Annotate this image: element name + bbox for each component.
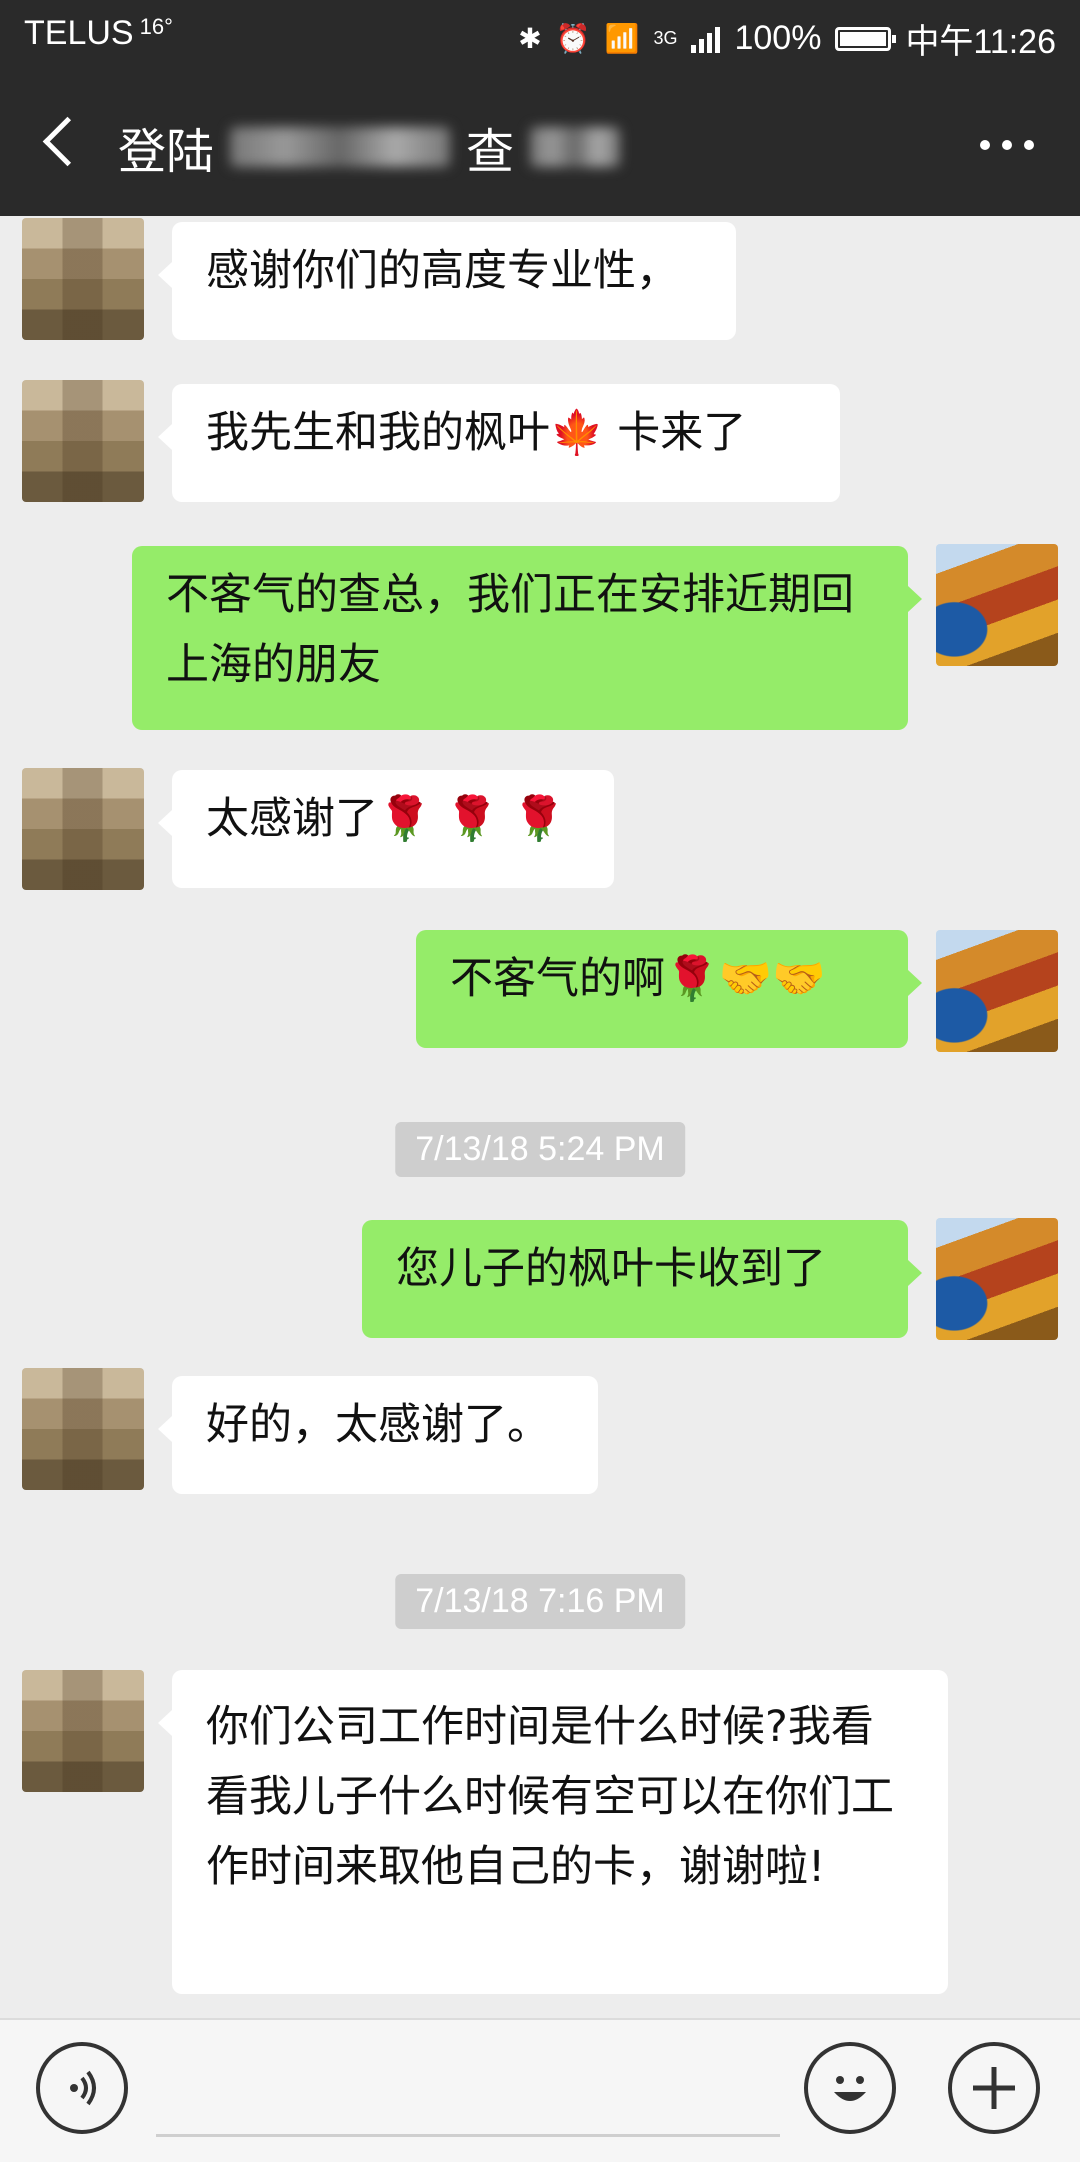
message-text: 感谢你们的高度专业性，	[206, 246, 679, 296]
my-avatar[interactable]	[936, 544, 1058, 666]
network-type-label: 3G	[653, 28, 678, 48]
status-bar: TELUS 16° ✱ ⏰ 📶 3G 100% 中午11:26	[0, 0, 1080, 74]
emoji-icon[interactable]	[804, 2042, 896, 2134]
message-text: 不客气的查总，我们正在安排近期回上海的朋友	[166, 570, 854, 690]
message-bubble-outgoing[interactable]: 您儿子的枫叶卡收到了	[362, 1220, 922, 1338]
chevron-left-icon[interactable]	[34, 112, 94, 172]
message-bubble-incoming[interactable]: 好的，太感谢了。	[158, 1376, 598, 1494]
contact-avatar[interactable]	[22, 1670, 144, 1792]
alarm-icon: ⏰	[555, 23, 591, 54]
battery-percent: 100%	[734, 19, 822, 57]
clock: 中午11:26	[905, 23, 1056, 61]
redacted-name	[530, 127, 621, 167]
contact-avatar[interactable]	[22, 1368, 144, 1490]
message-bubble-incoming[interactable]: 太感谢了🌹 🌹 🌹	[158, 770, 614, 888]
plus-icon[interactable]	[948, 2042, 1040, 2134]
message-text: 我先生和我的枫叶🍁 卡来了	[206, 408, 747, 458]
chat-header: 登陆 查	[0, 74, 1080, 216]
message-text: 你们公司工作时间是什么时候?我看看我儿子什么时候有空可以在你们工作时间来取他自己…	[206, 1702, 894, 1892]
message-text: 您儿子的枫叶卡收到了	[396, 1244, 826, 1294]
more-dots-icon[interactable]	[980, 140, 1034, 150]
battery-icon	[835, 26, 897, 51]
timestamp-divider: 7/13/18 5:24 PM	[395, 1122, 685, 1177]
message-bubble-incoming[interactable]: 感谢你们的高度专业性，	[158, 222, 736, 340]
chat-title-prefix: 登陆	[118, 124, 215, 180]
contact-avatar[interactable]	[22, 380, 144, 502]
message-input[interactable]	[156, 2134, 780, 2137]
message-bubble-outgoing[interactable]: 不客气的查总，我们正在安排近期回上海的朋友	[132, 546, 922, 730]
my-avatar[interactable]	[936, 930, 1058, 1052]
message-text: 不客气的啊🌹🤝🤝	[450, 954, 826, 1004]
voice-icon[interactable]	[36, 2042, 128, 2134]
timestamp-divider: 7/13/18 7:16 PM	[395, 1574, 685, 1629]
temperature-label: 16°	[139, 14, 173, 39]
contact-avatar[interactable]	[22, 768, 144, 890]
redacted-name	[230, 127, 451, 167]
chat-input-bar	[0, 2018, 1080, 2162]
signal-icon	[691, 25, 721, 53]
bluetooth-icon: ✱	[518, 23, 542, 54]
carrier-label: TELUS	[24, 14, 134, 52]
message-text: 好的，太感谢了。	[206, 1400, 550, 1450]
message-bubble-outgoing[interactable]: 不客气的啊🌹🤝🤝	[416, 930, 922, 1048]
chat-title: 登陆 查	[118, 112, 621, 182]
chat-title-middle: 查	[466, 124, 515, 180]
message-text: 太感谢了🌹 🌹 🌹	[206, 794, 566, 844]
message-bubble-incoming[interactable]: 你们公司工作时间是什么时候?我看看我儿子什么时候有空可以在你们工作时间来取他自己…	[158, 1670, 948, 1994]
my-avatar[interactable]	[936, 1218, 1058, 1340]
message-bubble-incoming[interactable]: 我先生和我的枫叶🍁 卡来了	[158, 384, 840, 502]
wifi-icon: 📶	[604, 23, 640, 54]
contact-avatar[interactable]	[22, 218, 144, 340]
